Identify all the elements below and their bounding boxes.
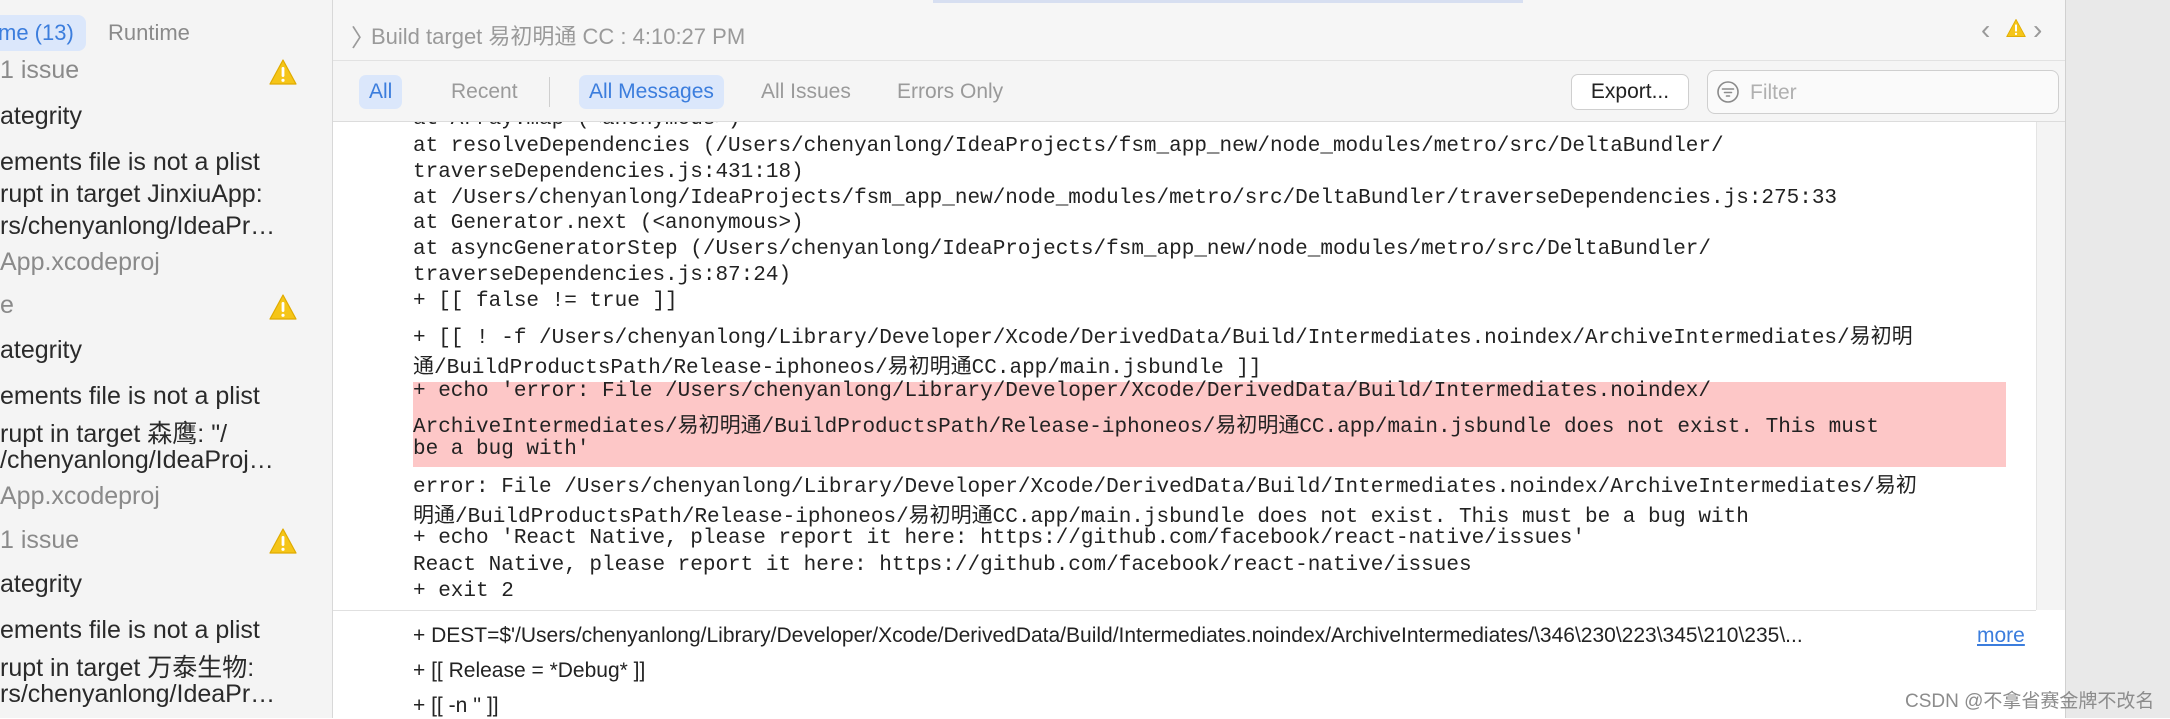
log-line: + [[ ! -f /Users/chenyanlong/Library/Dev… bbox=[413, 327, 1913, 350]
issue-message[interactable]: ements file is not a plist bbox=[0, 382, 260, 411]
issue-message[interactable]: rs/chenyanlong/IdeaPr… bbox=[0, 212, 275, 241]
issue-group-header[interactable]: 1 issue bbox=[0, 56, 79, 85]
log-line: at asyncGeneratorStep (/Users/chenyanlon… bbox=[413, 238, 1712, 261]
log-line: at Array.map (<anonymous>) bbox=[413, 122, 741, 131]
issue-group-header[interactable]: e bbox=[0, 291, 14, 320]
issue-message[interactable]: rupt in target JinxiuApp: bbox=[0, 180, 263, 209]
log-line: error: File /Users/chenyanlong/Library/D… bbox=[413, 476, 1917, 499]
issue-message[interactable]: rupt in target 万泰生物: bbox=[0, 648, 254, 684]
watermark: CSDN @不拿省赛金牌不改名 bbox=[1905, 691, 2155, 712]
issue-project[interactable]: App.xcodeproj bbox=[0, 248, 160, 277]
filter-input[interactable] bbox=[1748, 77, 2052, 109]
transcript-line[interactable]: + [[ -n '' ]] bbox=[413, 694, 499, 718]
scope-recent-button[interactable]: Recent bbox=[441, 75, 528, 109]
log-line: at /Users/chenyanlong/IdeaProjects/fsm_a… bbox=[413, 187, 1838, 210]
log-line-error: + echo 'error: File /Users/chenyanlong/L… bbox=[413, 380, 1712, 403]
log-line: at resolveDependencies (/Users/chenyanlo… bbox=[413, 135, 1724, 158]
divider bbox=[549, 77, 550, 107]
log-line: + [[ false != true ]] bbox=[413, 290, 678, 313]
build-log-editor: 〉 Build target 易初明通 CC : 4:10:27 PM ‹ › … bbox=[333, 0, 2066, 719]
editor-title-bar: 〉 Build target 易初明通 CC : 4:10:27 PM ‹ › bbox=[333, 0, 2065, 61]
log-scrollbar[interactable] bbox=[2036, 122, 2066, 610]
log-line: traverseDependencies.js:87:24) bbox=[413, 264, 792, 287]
window-gutter bbox=[2065, 0, 2170, 718]
log-line: + exit 2 bbox=[413, 580, 514, 603]
log-line: React Native, please report it here: htt… bbox=[413, 554, 1472, 577]
issue-navigator-sidebar: me (13) Runtime 1 issue ategrity ements … bbox=[0, 0, 333, 718]
issue-project[interactable]: App.xcodeproj bbox=[0, 482, 160, 511]
more-link[interactable]: more bbox=[1977, 624, 2025, 648]
build-log-output[interactable]: at Array.map (<anonymous>) at resolveDep… bbox=[333, 122, 2036, 610]
tab-buildtime[interactable]: me (13) bbox=[0, 15, 86, 51]
log-filter-bar: All Recent All Messages All Issues Error… bbox=[333, 61, 2065, 122]
tab-accent bbox=[933, 0, 1523, 3]
issue-category[interactable]: ategrity bbox=[0, 336, 82, 365]
log-line: + echo 'React Native, please report it h… bbox=[413, 527, 1585, 550]
next-issue-button[interactable]: › bbox=[2033, 14, 2042, 46]
errors-only-button[interactable]: Errors Only bbox=[887, 75, 1013, 109]
previous-issue-button[interactable]: ‹ bbox=[1981, 14, 1990, 46]
all-issues-button[interactable]: All Issues bbox=[751, 75, 861, 109]
log-line: at Generator.next (<anonymous>) bbox=[413, 212, 804, 235]
transcript-list: + DEST=$'/Users/chenyanlong/Library/Deve… bbox=[333, 610, 2036, 719]
export-button[interactable]: Export... bbox=[1571, 74, 1689, 110]
issue-message[interactable]: ements file is not a plist bbox=[0, 616, 260, 645]
transcript-line[interactable]: + DEST=$'/Users/chenyanlong/Library/Deve… bbox=[413, 624, 1803, 648]
filter-field[interactable] bbox=[1707, 70, 2059, 114]
issue-message[interactable]: ements file is not a plist bbox=[0, 148, 260, 177]
issue-message[interactable]: rs/chenyanlong/IdeaPr… bbox=[0, 680, 275, 709]
log-line: traverseDependencies.js:431:18) bbox=[413, 161, 804, 184]
issue-message[interactable]: /chenyanlong/IdeaProj… bbox=[0, 446, 274, 475]
tab-runtime[interactable]: Runtime bbox=[96, 15, 202, 51]
log-line: 明通/BuildProductsPath/Release-iphoneos/易初… bbox=[413, 506, 1749, 529]
log-line: 通/BuildProductsPath/Release-iphoneos/易初明… bbox=[413, 357, 1262, 380]
page-title: Build target 易初明通 CC : 4:10:27 PM bbox=[371, 24, 746, 49]
filter-icon bbox=[1716, 80, 1740, 109]
log-line-error: ArchiveIntermediates/易初明通/BuildProductsP… bbox=[413, 416, 1880, 439]
log-line-error: be a bug with' bbox=[413, 438, 590, 461]
scope-all-button[interactable]: All bbox=[359, 75, 403, 109]
issue-category[interactable]: ategrity bbox=[0, 102, 82, 131]
issue-group-header[interactable]: 1 issue bbox=[0, 526, 79, 555]
issue-category[interactable]: ategrity bbox=[0, 570, 82, 599]
warning-icon[interactable] bbox=[2005, 18, 2027, 43]
all-messages-button[interactable]: All Messages bbox=[579, 75, 724, 109]
issue-message[interactable]: rupt in target 森鹰: "/ bbox=[0, 414, 227, 450]
transcript-line[interactable]: + [[ Release = *Debug* ]] bbox=[413, 659, 645, 683]
